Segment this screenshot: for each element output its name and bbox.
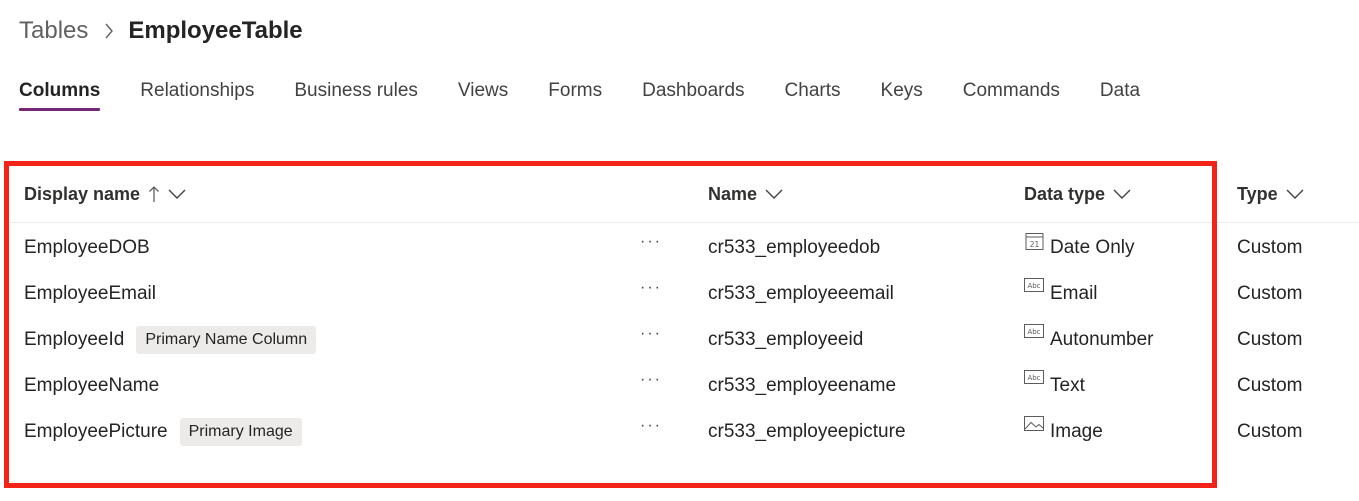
primary-image-badge: Primary Image bbox=[179, 418, 302, 446]
tab-dashboards[interactable]: Dashboards bbox=[642, 76, 744, 108]
tab-relationships[interactable]: Relationships bbox=[140, 76, 254, 108]
display-name-cell[interactable]: EmployeePicture Primary Image bbox=[24, 409, 302, 455]
svg-text:Abc: Abc bbox=[1027, 328, 1040, 336]
tab-business-rules[interactable]: Business rules bbox=[294, 76, 418, 108]
chevron-right-icon bbox=[104, 23, 114, 39]
header-name[interactable]: Name bbox=[708, 166, 783, 222]
svg-text:21: 21 bbox=[1029, 240, 1039, 249]
data-type-cell: Abc Autonumber bbox=[1024, 317, 1154, 363]
svg-text:Abc: Abc bbox=[1027, 374, 1040, 382]
display-name-cell[interactable]: EmployeeId Primary Name Column bbox=[24, 317, 317, 363]
display-name-cell[interactable]: EmployeeEmail bbox=[24, 271, 156, 317]
text-abc-icon: Abc bbox=[1024, 370, 1044, 390]
name-cell: cr533_employeename bbox=[708, 375, 897, 396]
header-display-name-label: Display name bbox=[24, 183, 141, 204]
chevron-down-icon bbox=[765, 189, 783, 199]
header-data-type[interactable]: Data type bbox=[1024, 166, 1131, 222]
type-cell: Custom bbox=[1237, 375, 1303, 396]
data-type-cell: Image bbox=[1024, 409, 1103, 455]
display-name-text: EmployeeName bbox=[24, 375, 160, 396]
data-type-text: Date Only bbox=[1050, 237, 1135, 258]
page-title: EmployeeTable bbox=[128, 17, 303, 44]
tab-data[interactable]: Data bbox=[1100, 76, 1140, 108]
text-abc-icon: Abc bbox=[1024, 278, 1044, 298]
primary-name-column-badge: Primary Name Column bbox=[136, 326, 317, 354]
chevron-down-icon bbox=[1113, 189, 1131, 199]
more-options-button[interactable]: ··· bbox=[640, 357, 662, 403]
text-abc-icon: Abc bbox=[1024, 324, 1044, 344]
header-type[interactable]: Type bbox=[1237, 166, 1304, 222]
type-cell: Custom bbox=[1237, 421, 1303, 442]
data-type-text: Email bbox=[1050, 283, 1098, 304]
header-divider bbox=[10, 222, 1359, 223]
table-row[interactable]: EmployeeEmail ··· cr533_employeeemail Ab… bbox=[0, 271, 1359, 317]
header-type-label: Type bbox=[1237, 183, 1278, 204]
table-row[interactable]: EmployeeDOB ··· cr533_employeedob 21 Dat… bbox=[0, 225, 1359, 271]
header-display-name[interactable]: Display name bbox=[24, 166, 186, 222]
tab-charts[interactable]: Charts bbox=[785, 76, 841, 108]
table-row[interactable]: EmployeePicture Primary Image ··· cr533_… bbox=[0, 409, 1359, 455]
type-cell: Custom bbox=[1237, 237, 1303, 258]
tab-columns[interactable]: Columns bbox=[19, 76, 101, 111]
display-name-text: EmployeePicture bbox=[24, 421, 168, 442]
display-name-cell[interactable]: EmployeeName bbox=[24, 363, 159, 409]
tab-commands[interactable]: Commands bbox=[963, 76, 1060, 108]
more-options-button[interactable]: ··· bbox=[640, 311, 662, 357]
type-cell: Custom bbox=[1237, 329, 1303, 350]
name-cell: cr533_employeepicture bbox=[708, 421, 906, 442]
table-row[interactable]: EmployeeName ··· cr533_employeename Abc … bbox=[0, 363, 1359, 409]
breadcrumb-tables-link[interactable]: Tables bbox=[19, 17, 88, 45]
header-data-type-label: Data type bbox=[1024, 183, 1106, 204]
tab-forms[interactable]: Forms bbox=[548, 76, 602, 108]
data-type-text: Image bbox=[1050, 421, 1103, 442]
svg-text:Abc: Abc bbox=[1027, 282, 1040, 290]
display-name-text: EmployeeDOB bbox=[24, 237, 150, 258]
chevron-down-icon bbox=[168, 189, 186, 199]
calendar-icon: 21 bbox=[1024, 232, 1044, 252]
breadcrumb: Tables EmployeeTable bbox=[19, 14, 303, 48]
sort-ascending-icon bbox=[148, 185, 160, 203]
chevron-down-icon bbox=[1286, 189, 1304, 199]
name-cell: cr533_employeeid bbox=[708, 329, 864, 350]
more-options-button[interactable]: ··· bbox=[640, 219, 662, 265]
image-icon bbox=[1024, 416, 1044, 436]
header-name-label: Name bbox=[708, 183, 758, 204]
more-options-button[interactable]: ··· bbox=[640, 265, 662, 311]
data-type-text: Autonumber bbox=[1050, 329, 1154, 350]
name-cell: cr533_employeeemail bbox=[708, 283, 894, 304]
data-type-text: Text bbox=[1050, 375, 1085, 396]
data-type-cell: Abc Text bbox=[1024, 363, 1085, 409]
tab-keys[interactable]: Keys bbox=[881, 76, 923, 108]
data-type-cell: Abc Email bbox=[1024, 271, 1098, 317]
display-name-cell[interactable]: EmployeeDOB bbox=[24, 225, 150, 271]
tab-views[interactable]: Views bbox=[458, 76, 508, 108]
tab-bar: Columns Relationships Business rules Vie… bbox=[19, 76, 1180, 112]
data-type-cell: 21 Date Only bbox=[1024, 225, 1134, 271]
table-row[interactable]: EmployeeId Primary Name Column ··· cr533… bbox=[0, 317, 1359, 363]
type-cell: Custom bbox=[1237, 283, 1303, 304]
more-options-button[interactable]: ··· bbox=[640, 403, 662, 449]
display-name-text: EmployeeEmail bbox=[24, 283, 156, 304]
name-cell: cr533_employeedob bbox=[708, 237, 881, 258]
display-name-text: EmployeeId bbox=[24, 329, 125, 350]
